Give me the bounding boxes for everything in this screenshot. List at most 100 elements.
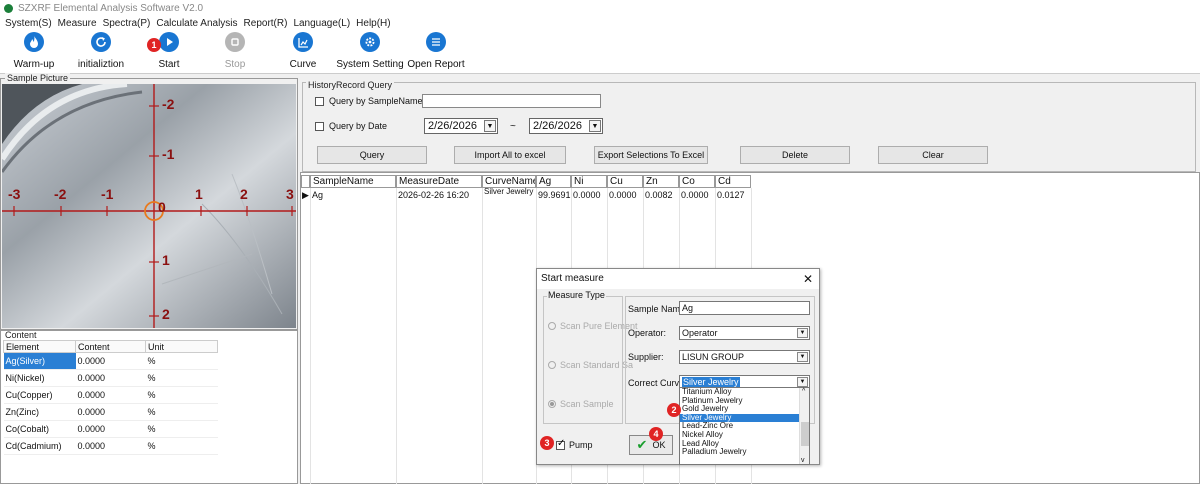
menu-measure[interactable]: Measure [58,18,97,29]
clear-button[interactable]: Clear [878,146,988,164]
scan-sample-radio[interactable]: Scan Sample [548,399,614,409]
column-header-ag[interactable]: Ag [536,175,571,188]
gear-icon [360,32,380,52]
element-cell[interactable]: Cd(Cadmium) [3,437,76,455]
column-header-co[interactable]: Co [679,175,715,188]
table-cell-ni[interactable]: 0.0000 [571,188,607,203]
menu-language[interactable]: Language(L) [293,18,350,29]
chevron-up-icon[interactable]: ^ [802,388,805,395]
element-cell[interactable]: Cu(Copper) [3,386,76,404]
column-header-cd[interactable]: Cd [715,175,751,188]
radio-circle[interactable] [548,361,556,369]
row-pointer-icon: ▶ [302,190,309,200]
measure-type-title: Measure Type [547,290,606,300]
scrollbar-thumb[interactable] [801,422,809,446]
column-header-cu[interactable]: Cu [607,175,643,188]
axis-label-y-neg2: -2 [162,96,175,112]
operator-select[interactable]: Operator ▼ [679,326,810,340]
checkbox-box[interactable] [315,121,324,131]
chevron-down-icon[interactable]: ▼ [484,120,496,132]
sample-name-input[interactable]: Ag [679,301,810,315]
date-from-picker[interactable]: 2/26/2026 ▼ [424,118,498,134]
date-to-picker[interactable]: 2/26/2026 ▼ [529,118,603,134]
table-row[interactable]: Zn(Zinc) 0.0000 % [3,403,218,421]
query-by-name-checkbox[interactable]: Query by SampleName [315,96,423,106]
element-cell[interactable]: Ni(Nickel) [3,369,76,387]
initialization-label: initializtion [77,59,125,70]
column-header-ni[interactable]: Ni [571,175,607,188]
menu-help[interactable]: Help(H) [356,18,390,29]
table-row[interactable]: Co(Cobalt) 0.0000 % [3,420,218,438]
delete-button[interactable]: Delete [740,146,850,164]
element-cell[interactable]: Zn(Zinc) [3,403,76,421]
radio-circle[interactable] [548,322,556,330]
curve-option[interactable]: Palladium Jewelry [680,448,809,457]
chevron-down-icon[interactable]: v [801,457,805,464]
checkbox-box[interactable] [556,438,565,450]
table-cell-cd[interactable]: 0.0127 [715,188,751,203]
menu-system[interactable]: System(S) [5,18,52,29]
chevron-down-icon[interactable]: ▼ [797,377,808,387]
start-measure-dialog: Start measure ✕ Measure Type Scan Pure E… [536,268,820,465]
import-all-excel-button[interactable]: Import All to excel [454,146,566,164]
warmup-button[interactable]: Warm-up [4,32,64,70]
table-cell-cu[interactable]: 0.0000 [607,188,643,203]
app-window: SZXRF Elemental Analysis Software V2.0 S… [0,0,1200,484]
table-row[interactable]: Cd(Cadmium) 0.0000 % [3,437,218,455]
scan-sample-label: Scan Sample [560,399,614,409]
unit-cell: % [145,403,218,421]
menu-report[interactable]: Report(R) [244,18,288,29]
chevron-down-icon[interactable]: ▼ [797,352,808,362]
column-header-curvename[interactable]: CurveName [482,175,536,188]
content-table: Element Content Unit Ag(Silver) 0.0000 %… [3,340,218,455]
query-by-date-checkbox[interactable]: Query by Date [315,121,387,131]
axis-label-y-2: 2 [162,306,170,322]
table-cell-ag[interactable]: 99.9691 [536,188,571,203]
table-cell-co[interactable]: 0.0000 [679,188,715,203]
column-header-samplename[interactable]: SampleName [310,175,396,188]
column-divider [310,188,311,484]
table-cell-curvename[interactable]: Silver Jewelry [482,188,536,203]
start-button[interactable]: Start [139,32,199,70]
table-row[interactable]: Ag(Silver) 0.0000 % [3,352,218,370]
sample-name-query-input[interactable] [422,94,601,108]
stop-button[interactable]: Stop [205,32,265,70]
checkbox-box[interactable] [315,96,324,106]
system-setting-label: System Setting [336,59,404,70]
pump-checkbox[interactable]: Pump [556,438,593,450]
table-cell-samplename[interactable]: Ag [310,188,396,203]
open-report-button[interactable]: Open Report [406,32,466,70]
dropdown-scrollbar[interactable]: ^ v [799,388,809,464]
menu-spectra[interactable]: Spectra(P) [103,18,151,29]
curve-button[interactable]: Curve [273,32,333,70]
chevron-down-icon[interactable]: ▼ [589,120,601,132]
menu-calculate-analysis[interactable]: Calculate Analysis [156,18,237,29]
step-badge-1: 1 [147,38,161,52]
unit-cell: % [145,420,218,438]
dialog-title-bar: Start measure ✕ [537,269,819,289]
table-cell-measuredate[interactable]: 2026-02-26 16:20 [396,188,482,203]
row-header-corner [301,175,310,188]
column-header-measuredate[interactable]: MeasureDate [396,175,482,188]
element-cell[interactable]: Co(Cobalt) [3,420,76,438]
history-query-title: HistoryRecord Query [306,80,395,90]
close-icon[interactable]: ✕ [803,269,813,289]
table-row[interactable]: Ni(Nickel) 0.0000 % [3,369,218,387]
app-logo-icon [4,3,13,13]
query-button[interactable]: Query [317,146,427,164]
dialog-title: Start measure [541,273,604,284]
table-row[interactable]: Cu(Copper) 0.0000 % [3,386,218,404]
column-header-zn[interactable]: Zn [643,175,679,188]
initialization-button[interactable]: initializtion [71,32,131,70]
table-cell-zn[interactable]: 0.0082 [643,188,679,203]
element-cell[interactable]: Ag(Silver) [3,352,76,370]
scan-standard-sample-radio[interactable]: Scan Standard Sa [548,360,633,370]
date-to-value: 2/26/2026 [533,120,582,132]
system-setting-button[interactable]: System Setting [336,32,404,70]
chevron-down-icon[interactable]: ▼ [797,328,808,338]
radio-circle[interactable] [548,400,556,408]
unit-cell: % [145,386,218,404]
supplier-select[interactable]: LISUN GROUP ▼ [679,350,810,364]
correct-curve-dropdown-list[interactable]: Titanium Alloy Platinum Jewelry Gold Jew… [679,387,810,465]
export-selections-excel-button[interactable]: Export Selections To Excel [594,146,708,164]
